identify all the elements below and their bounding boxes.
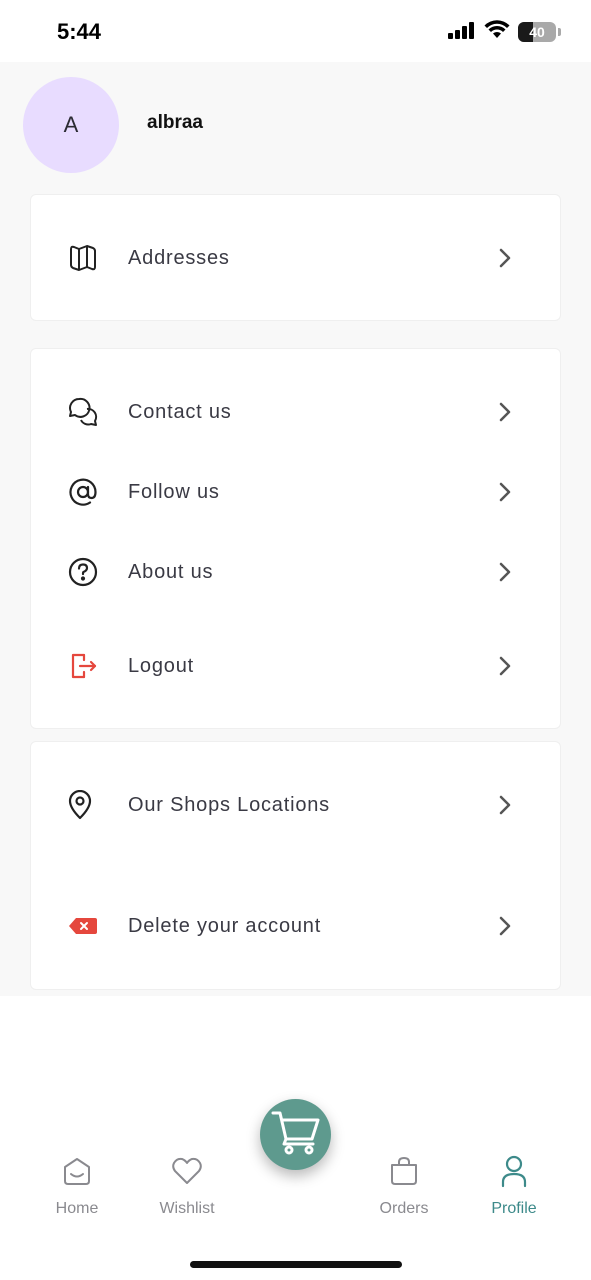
menu-label-delete-account: Delete your account (128, 914, 322, 937)
support-card: Contact us Follow us About us Logout (30, 348, 561, 729)
user-icon (497, 1154, 531, 1188)
chat-bubbles-icon (68, 397, 98, 427)
bottom-nav: Home Wishlist Orders Profile (0, 996, 591, 1280)
location-pin-icon (65, 790, 95, 820)
menu-label-follow-us: Follow us (128, 480, 220, 503)
menu-label-addresses: Addresses (128, 246, 230, 269)
chevron-right-icon (495, 914, 515, 938)
home-icon (60, 1154, 94, 1188)
menu-label-about-us: About us (128, 560, 214, 583)
profile-content: A albraa Addresses Contact us Follow us … (0, 62, 591, 996)
status-bar: 5:44 40 (0, 0, 591, 62)
shopping-bag-icon (387, 1154, 421, 1188)
chevron-right-icon (495, 400, 515, 424)
menu-item-about-us[interactable]: About us (31, 542, 562, 602)
question-circle-icon (68, 557, 98, 587)
delete-tag-icon (68, 911, 98, 941)
nav-item-wishlist[interactable]: Wishlist (142, 1154, 232, 1218)
map-icon (68, 243, 98, 273)
nav-label-orders: Orders (379, 1200, 429, 1217)
nav-label-wishlist: Wishlist (159, 1200, 215, 1217)
menu-label-contact-us: Contact us (128, 400, 232, 423)
menu-item-shops-locations[interactable]: Our Shops Locations (31, 775, 562, 835)
chevron-right-icon (495, 793, 515, 817)
nav-item-profile[interactable]: Profile (469, 1154, 559, 1218)
status-icons: 40 (448, 20, 561, 44)
heart-icon (170, 1154, 204, 1188)
nav-item-orders[interactable]: Orders (359, 1154, 449, 1218)
wifi-icon (484, 20, 510, 44)
status-time: 5:44 (57, 19, 102, 44)
chevron-right-icon (495, 560, 515, 584)
menu-item-logout[interactable]: Logout (31, 636, 562, 696)
nav-label-profile: Profile (491, 1200, 537, 1217)
addresses-card: Addresses (30, 194, 561, 321)
menu-label-shops-locations: Our Shops Locations (128, 793, 330, 816)
account-card: Our Shops Locations Delete your account (30, 741, 561, 990)
chevron-right-icon (495, 246, 515, 270)
signal-icon (448, 21, 476, 44)
cart-icon (271, 1109, 321, 1160)
battery-icon: 40 (518, 22, 556, 42)
cart-button[interactable] (260, 1099, 331, 1170)
menu-item-delete-account[interactable]: Delete your account (31, 896, 562, 956)
nav-item-home[interactable]: Home (32, 1154, 122, 1218)
username: albraa (147, 112, 203, 133)
menu-label-logout: Logout (128, 654, 194, 677)
avatar-initial: A (63, 112, 79, 137)
home-indicator (190, 1261, 402, 1268)
chevron-right-icon (495, 480, 515, 504)
battery-level: 40 (529, 24, 545, 40)
avatar: A (23, 77, 119, 173)
at-sign-icon (68, 477, 98, 507)
menu-item-addresses[interactable]: Addresses (31, 228, 562, 288)
chevron-right-icon (495, 654, 515, 678)
menu-item-follow-us[interactable]: Follow us (31, 462, 562, 522)
logout-icon (68, 651, 98, 681)
nav-label-home: Home (55, 1200, 99, 1217)
menu-item-contact-us[interactable]: Contact us (31, 382, 562, 442)
